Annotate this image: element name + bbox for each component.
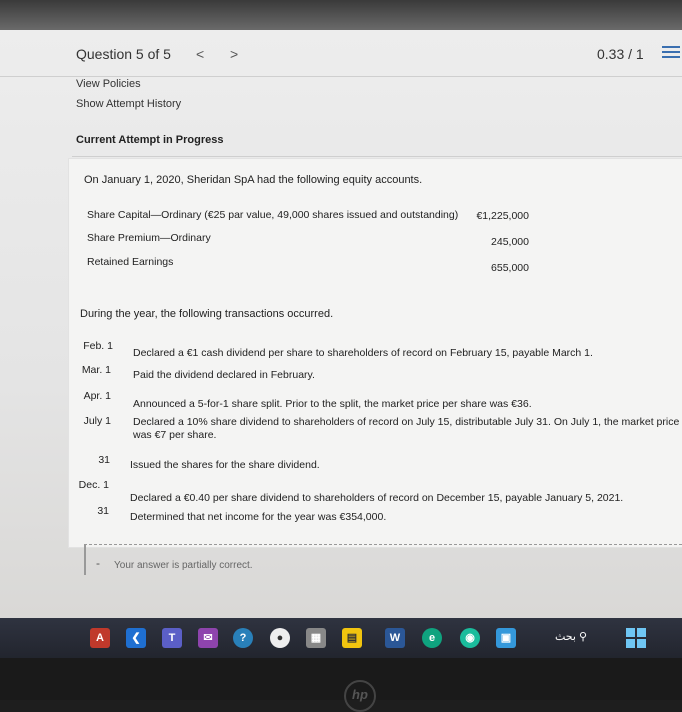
question-header: Question 5 of 5 < > 0.33 / 1 xyxy=(0,30,682,77)
collapse-answer-icon[interactable]: - xyxy=(96,556,100,570)
store-icon[interactable]: ▦ xyxy=(306,628,326,648)
screen-bezel-top xyxy=(0,0,682,30)
maps-icon[interactable]: ◉ xyxy=(460,628,480,648)
transaction-date: Dec. 1 xyxy=(78,479,109,491)
section-divider xyxy=(72,156,682,157)
account-value: 245,000 xyxy=(491,236,529,248)
account-label: Share Premium—Ordinary xyxy=(87,232,211,244)
transaction-desc: Issued the shares for the share dividend… xyxy=(130,459,320,471)
search-label: بحث xyxy=(555,631,576,643)
transaction-date: 31 xyxy=(97,505,109,517)
windows-start-icon[interactable] xyxy=(626,628,646,648)
help-icon[interactable]: ? xyxy=(233,628,253,648)
teams-icon[interactable]: T xyxy=(162,628,182,648)
answer-status: Your answer is partially correct. xyxy=(114,560,253,571)
vscode-icon[interactable]: ❮ xyxy=(126,628,146,648)
question-title: Question 5 of 5 xyxy=(76,46,171,62)
transactions-intro: During the year, the following transacti… xyxy=(80,308,334,320)
mail-icon[interactable]: ✉ xyxy=(198,628,218,648)
transaction-desc: Declared a 10% share dividend to shareho… xyxy=(133,416,680,441)
edge-icon[interactable]: e xyxy=(422,628,442,648)
search-icon: ⚲ xyxy=(579,631,588,643)
windows-taskbar: A ❮ T ✉ ? ● ▦ ▤ W e ◉ ▣ بحث ⚲ xyxy=(0,618,682,658)
taskbar-search[interactable]: بحث ⚲ xyxy=(555,630,587,643)
account-value: €1,225,000 xyxy=(476,210,529,222)
transaction-desc: Declared a €0.40 per share dividend to s… xyxy=(130,492,624,504)
transaction-date: 31 xyxy=(98,454,110,466)
transaction-desc: Determined that net income for the year … xyxy=(130,511,387,523)
account-label: Share Capital—Ordinary (€25 par value, 4… xyxy=(87,209,459,221)
transaction-desc: Declared a €1 cash dividend per share to… xyxy=(133,347,593,359)
transaction-date: July 1 xyxy=(83,415,111,427)
show-attempt-history-link[interactable]: Show Attempt History xyxy=(76,98,181,110)
transaction-date: Feb. 1 xyxy=(83,340,113,352)
photos-icon[interactable]: ▣ xyxy=(496,628,516,648)
transaction-date: Apr. 1 xyxy=(83,390,111,402)
next-question-button[interactable]: > xyxy=(230,46,238,62)
files-icon[interactable]: ▤ xyxy=(342,628,362,648)
word-icon[interactable]: W xyxy=(385,628,405,648)
question-score: 0.33 / 1 xyxy=(597,46,644,62)
account-label: Retained Earnings xyxy=(87,256,174,268)
quiz-page: Question 5 of 5 < > 0.33 / 1 View Polici… xyxy=(0,30,682,618)
prev-question-button[interactable]: < xyxy=(196,46,204,62)
list-menu-icon[interactable] xyxy=(662,46,680,60)
account-value: 655,000 xyxy=(491,262,529,274)
problem-intro: On January 1, 2020, Sheridan SpA had the… xyxy=(84,174,423,186)
transaction-desc: Paid the dividend declared in February. xyxy=(133,369,315,381)
current-attempt-label: Current Attempt in Progress xyxy=(76,134,224,146)
screen-bezel-bottom xyxy=(0,658,682,700)
hp-logo: hp xyxy=(344,680,376,712)
chrome-icon[interactable]: ● xyxy=(270,628,290,648)
view-policies-link[interactable]: View Policies xyxy=(76,78,141,90)
app-a-icon[interactable]: A xyxy=(90,628,110,648)
transaction-date: Mar. 1 xyxy=(81,364,111,376)
transaction-desc: Announced a 5-for-1 share split. Prior t… xyxy=(133,398,532,410)
